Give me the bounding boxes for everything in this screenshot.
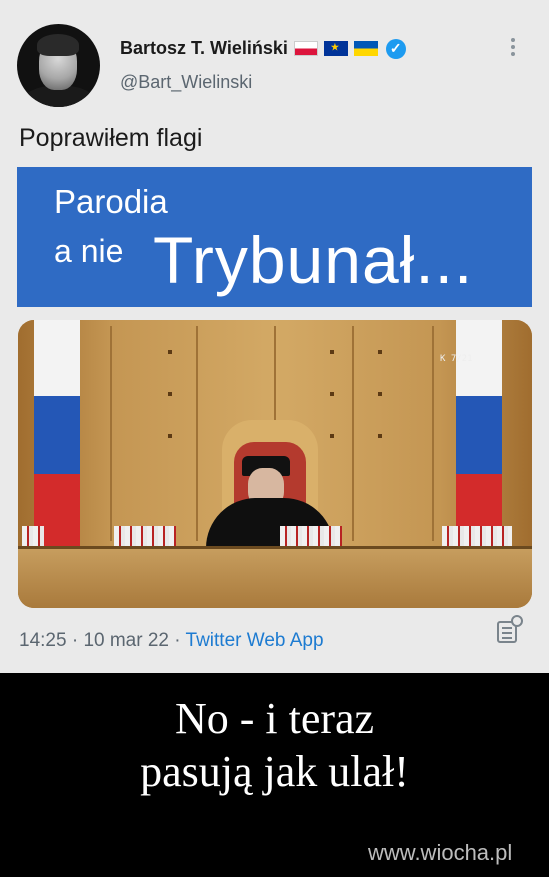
wall-dot — [168, 434, 172, 438]
wall-panel — [432, 326, 434, 541]
camera-label: K 7/21 — [440, 354, 473, 364]
judges-bench — [18, 546, 532, 608]
tribunal-photo[interactable]: K 7/21 — [18, 320, 532, 608]
banner-line3: Trybunał... — [153, 223, 474, 297]
banner-line2: a nie — [54, 233, 124, 269]
avatar-hair — [37, 34, 79, 56]
books-stack — [442, 526, 512, 546]
wall-panel — [110, 326, 112, 541]
wall-dot — [168, 392, 172, 396]
tweet-meta: 14:25 · 10 mar 22 · Twitter Web App — [19, 630, 324, 652]
verified-badge-icon — [385, 38, 406, 59]
author-name[interactable]: Bartosz T. Wieliński — [120, 38, 288, 59]
author-avatar[interactable] — [17, 24, 100, 107]
meta-separator: · — [71, 630, 84, 651]
tweet-text: Poprawiłem flagi — [19, 124, 203, 152]
tweet-analytics-icon[interactable] — [497, 615, 523, 645]
banner-image[interactable]: Parodia a nie Trybunał... — [17, 167, 532, 307]
eu-flag-icon — [323, 41, 348, 56]
russian-flag-left — [34, 320, 80, 550]
meta-separator: · — [174, 630, 186, 651]
site-watermark: www.wiocha.pl — [368, 840, 513, 865]
caption-line1: No - i teraz — [174, 694, 375, 743]
more-options-icon[interactable] — [510, 38, 516, 60]
tweet-date[interactable]: 10 mar 22 — [83, 630, 169, 651]
ua-flag-icon — [353, 41, 378, 56]
tweet-source-app[interactable]: Twitter Web App — [186, 630, 324, 651]
wall-panel — [196, 326, 198, 541]
wall-dot — [330, 434, 334, 438]
author-handle[interactable]: @Bart_Wielinski — [120, 72, 252, 93]
wall-dot — [378, 434, 382, 438]
caption-line2: pasują jak ulał! — [140, 747, 409, 796]
books-stack — [114, 526, 176, 546]
wall-dot — [378, 350, 382, 354]
tweet-time[interactable]: 14:25 — [19, 630, 67, 651]
author-name-row[interactable]: Bartosz T. Wieliński — [120, 38, 406, 59]
bench-edge — [18, 546, 532, 549]
wall-dot — [330, 392, 334, 396]
wall-dot — [330, 350, 334, 354]
books-stack — [22, 526, 44, 546]
wall-panel — [352, 326, 354, 541]
banner-line1: Parodia — [54, 183, 168, 220]
pl-flag-icon — [293, 41, 318, 56]
wall-dot — [168, 350, 172, 354]
wall-dot — [378, 392, 382, 396]
books-stack — [280, 526, 342, 546]
tweet-card: Bartosz T. Wieliński @Bart_Wielinski Pop… — [0, 0, 549, 673]
meme-caption: No - i teraz pasują jak ulał! — [0, 692, 549, 798]
